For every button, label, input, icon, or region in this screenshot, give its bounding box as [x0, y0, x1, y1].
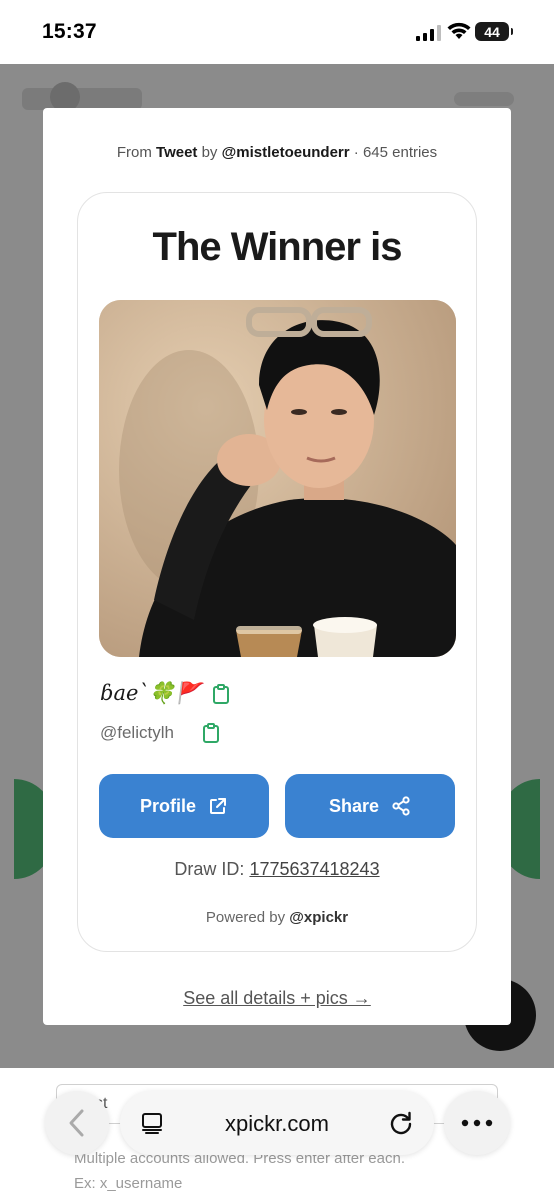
source-platform: Tweet [156, 144, 198, 161]
source-line: From Tweet by @mistletoeunderr · 645 ent… [43, 144, 511, 161]
share-icon [392, 796, 410, 816]
winner-display-name: ɓae`🍀🚩 [100, 681, 202, 705]
draw-id-label: Draw ID: [174, 859, 245, 879]
chevron-left-icon [69, 1109, 84, 1137]
see-all-details-link[interactable]: See all details + pics → [43, 988, 511, 1009]
powered-brand-link[interactable]: @xpickr [289, 909, 348, 926]
source-prefix: From [116, 144, 152, 161]
draw-id-value[interactable]: 1775637418243 [249, 859, 379, 879]
background-logo [22, 88, 142, 110]
winner-photo [99, 300, 456, 657]
browser-more-button[interactable] [444, 1091, 510, 1155]
copy-username-icon[interactable] [202, 723, 220, 743]
browser-back-button[interactable] [45, 1091, 109, 1155]
more-horizontal-icon [461, 1119, 493, 1127]
status-bar: 15:37 44 [0, 0, 554, 64]
winner-title: The Winner is [152, 225, 403, 269]
powered-prefix: Powered by [205, 909, 286, 926]
winner-username: @felictylh [100, 723, 174, 742]
winner-card: The Winner is ɓae`🍀🚩 @felictylh Profile … [77, 192, 477, 952]
browser-address-bar[interactable]: xpickr.com [120, 1091, 434, 1155]
draw-id: Draw ID: 1775637418243 [78, 859, 476, 880]
background-help-line-2: Ex: x_username [74, 1175, 183, 1192]
profile-button[interactable]: Profile [99, 774, 269, 838]
source-separator: · [353, 144, 359, 161]
status-time: 15:37 [42, 20, 97, 43]
reload-icon[interactable] [388, 1110, 414, 1136]
background-header-controls [454, 92, 514, 106]
copy-display-name-icon[interactable] [212, 684, 230, 704]
share-button[interactable]: Share [285, 774, 455, 838]
profile-button-label: Profile [139, 795, 196, 816]
browser-url[interactable]: xpickr.com [120, 1111, 434, 1137]
powered-by: Powered by @xpickr [78, 909, 476, 926]
source-by: by [201, 144, 218, 161]
external-link-icon [210, 798, 226, 814]
winner-modal: From Tweet by @mistletoeunderr · 645 ent… [43, 108, 511, 1025]
share-button-label: Share [328, 795, 380, 816]
wifi-icon [447, 22, 471, 39]
signal-icon [416, 25, 441, 41]
source-author: @mistletoeunderr [221, 144, 350, 161]
battery-icon: 44 [475, 22, 513, 41]
source-entries: 645 entries [362, 144, 438, 161]
winner-photo-illustration [99, 300, 456, 657]
